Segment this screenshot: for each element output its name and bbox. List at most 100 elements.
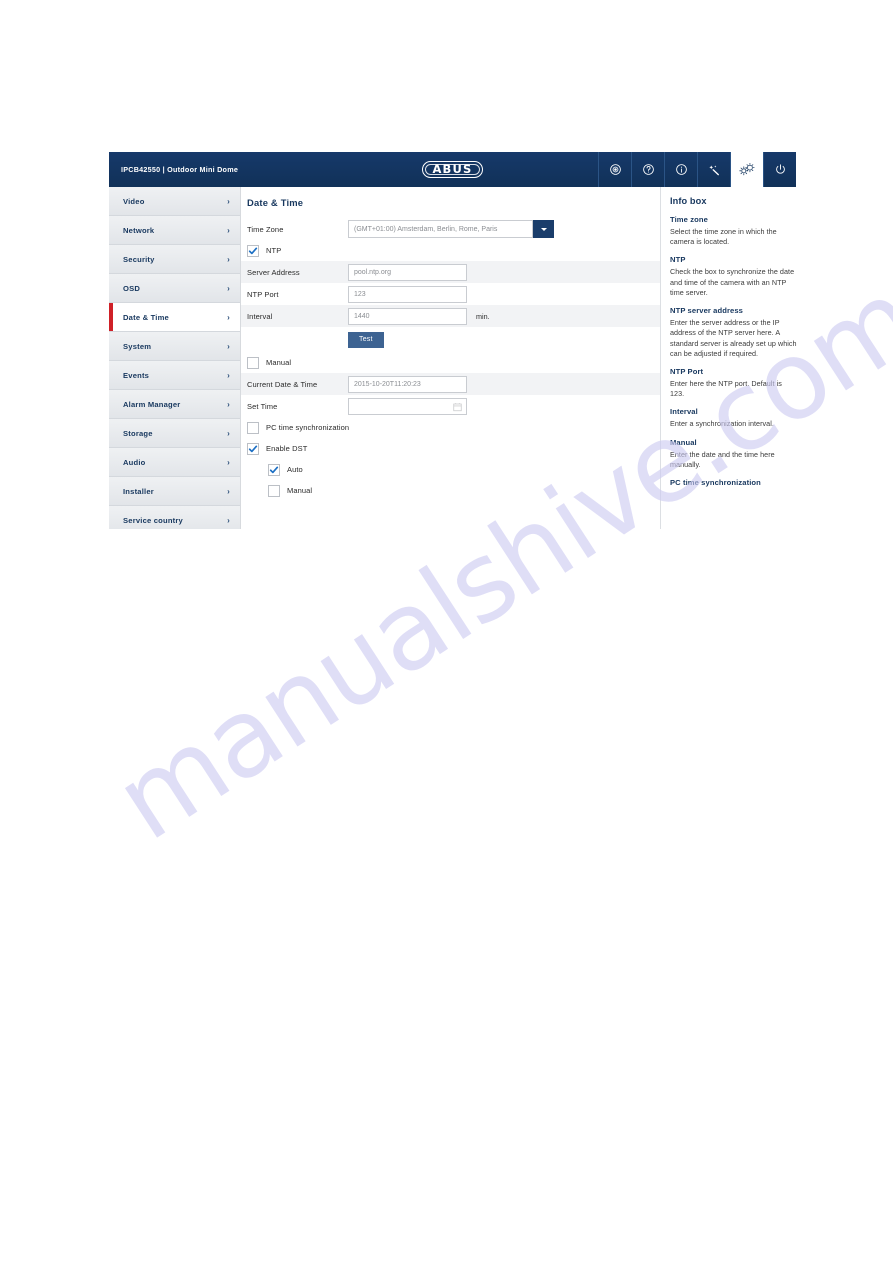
ntp-checkbox-label: NTP [266,246,282,255]
info-heading-time-zone: Time zone [670,215,708,224]
sidebar-item-label: OSD [123,283,141,293]
chevron-right-icon: › [227,515,230,525]
dst-manual-label: Manual [287,486,313,495]
ntp-port-input[interactable]: 123 [348,285,467,303]
info-box-panel: Info box Time zone Select the time zone … [660,187,806,529]
set-time-input[interactable] [348,397,467,415]
manual-checkbox-row[interactable]: Manual [241,352,660,373]
sidebar-item-alarm-manager[interactable]: Alarm Manager › [109,390,240,419]
current-date-time-label: Current Date & Time [247,379,318,389]
info-text-ntp: Check the box to synchronize the date an… [670,267,795,297]
chevron-right-icon: › [227,225,230,235]
ntp-checkbox[interactable] [247,244,259,257]
info-text-ntp-port: Enter here the NTP port. Default is 123. [670,378,782,399]
settings-sidebar: Video › Network › Security › OSD › Date … [109,187,241,529]
pc-time-sync-label: PC time synchronization [266,423,350,432]
form-row-ntp-port: NTP Port 123 [241,283,660,305]
chevron-right-icon: › [227,283,230,293]
info-text-interval: Enter a synchronization interval. [670,419,774,429]
time-zone-select[interactable]: (GMT+01:00) Amsterdam, Berlin, Rome, Par… [348,220,554,238]
sidebar-item-storage[interactable]: Storage › [109,419,240,448]
sidebar-item-system[interactable]: System › [109,332,240,361]
current-date-time-value: 2015-10-20T11:20:23 [348,375,467,393]
chevron-right-icon: › [227,457,230,467]
interval-unit: min. [476,311,490,321]
info-box-scroll: Info box Time zone Select the time zone … [670,196,797,526]
sidebar-item-audio[interactable]: Audio › [109,448,240,477]
dst-manual-row[interactable]: Manual [241,480,660,501]
info-button[interactable] [664,152,697,187]
assistant-wand-icon [708,163,721,176]
help-icon [642,163,655,176]
test-button[interactable]: Test [348,331,384,348]
sidebar-item-label: Security [123,254,155,264]
chevron-right-icon: › [227,486,230,496]
info-heading-interval: Interval [670,407,698,417]
chevron-right-icon: › [227,428,230,438]
device-title: IPCB42550 | Outdoor Mini Dome [121,165,239,174]
info-text-ntp-server-address: Enter the server address or the IP addre… [670,318,797,358]
sidebar-item-label: Audio [123,457,146,467]
time-zone-label: Time Zone [247,224,284,234]
power-button[interactable] [763,152,796,187]
sidebar-item-service-country[interactable]: Service country › [109,506,240,529]
sidebar-item-osd[interactable]: OSD › [109,274,240,303]
chevron-right-icon: › [227,399,230,409]
ntp-checkbox-row[interactable]: NTP [241,240,660,261]
server-address-label: Server Address [247,267,300,277]
chevron-right-icon: › [227,196,230,206]
power-icon [774,163,787,176]
form-row-server-address: Server Address pool.ntp.org [241,261,660,283]
time-zone-value[interactable]: (GMT+01:00) Amsterdam, Berlin, Rome, Par… [348,220,533,238]
sidebar-item-label: Installer [123,486,154,496]
assistant-button[interactable] [697,152,730,187]
chevron-right-icon: › [227,370,230,380]
enable-dst-row[interactable]: Enable DST [241,438,660,459]
chevron-down-icon[interactable] [533,220,554,238]
dst-auto-label: Auto [287,465,303,474]
calendar-icon[interactable] [453,402,462,412]
info-heading-manual: Manual [670,437,697,447]
form-row-time-zone: Time Zone (GMT+01:00) Amsterdam, Berlin,… [241,218,660,240]
pc-time-sync-checkbox[interactable] [247,421,259,434]
info-heading-ntp-server-address: NTP server address [670,306,743,316]
sidebar-item-security[interactable]: Security › [109,245,240,274]
info-heading-ntp: NTP [670,255,686,265]
live-view-button[interactable] [598,152,631,187]
settings-button[interactable] [730,152,763,187]
app-body: Video › Network › Security › OSD › Date … [109,187,806,529]
dst-manual-checkbox[interactable] [268,484,280,497]
enable-dst-checkbox[interactable] [247,442,259,455]
manual-checkbox[interactable] [247,356,259,369]
form-row-set-time: Set Time [241,395,660,417]
sidebar-item-network[interactable]: Network › [109,216,240,245]
sidebar-item-label: System [123,341,152,351]
server-address-input[interactable]: pool.ntp.org [348,263,467,281]
help-button[interactable] [631,152,664,187]
sidebar-item-label: Storage [123,428,153,438]
header-toolbar [598,152,796,187]
sidebar-item-video[interactable]: Video › [109,187,240,216]
page-title: Date & Time [247,197,304,208]
form-row-interval: Interval 1440 min. [241,305,660,327]
sidebar-item-label: Alarm Manager [123,399,181,409]
sidebar-item-installer[interactable]: Installer › [109,477,240,506]
sidebar-item-label: Events [123,370,150,380]
dst-auto-checkbox[interactable] [268,463,280,476]
settings-content: Date & Time Time Zone (GMT+01:00) Amster… [241,187,660,529]
pc-time-sync-row[interactable]: PC time synchronization [241,417,660,438]
sidebar-item-label: Service country [123,515,183,525]
sidebar-item-date-time[interactable]: Date & Time › [109,303,240,332]
sidebar-item-label: Video [123,196,145,206]
settings-gear-icon [739,163,755,176]
sidebar-item-events[interactable]: Events › [109,361,240,390]
interval-label: Interval [247,311,273,321]
set-time-label: Set Time [247,401,278,411]
camera-web-interface: IPCB42550 | Outdoor Mini Dome ABUS Video… [109,152,806,529]
dst-auto-row[interactable]: Auto [241,459,660,480]
chevron-right-icon: › [227,341,230,351]
info-icon [675,163,688,176]
test-button-row: Test [241,327,660,352]
interval-input[interactable]: 1440 [348,307,467,325]
abus-logo: ABUS [422,160,483,179]
